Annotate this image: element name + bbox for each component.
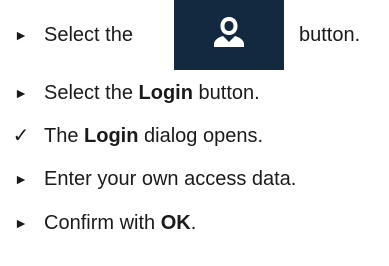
step-1-text-after: button. (299, 24, 361, 46)
step-5-text-before: Confirm with (44, 212, 161, 234)
step-5-text-after: . (190, 212, 197, 234)
step-5-text: Confirm with OK. (44, 208, 196, 238)
user-icon (214, 17, 244, 47)
step-3-text-after: dialog opens. (138, 125, 264, 147)
arrow-bullet-icon: ► (14, 171, 28, 187)
step-5-bold: OK (160, 212, 191, 234)
step-4-text: Enter your own access data. (44, 168, 297, 190)
step-2-text: Select the Login button. (44, 78, 260, 108)
check-icon: ✓ (12, 125, 30, 147)
step-5: ► Confirm with OK. (0, 208, 389, 238)
arrow-bullet-icon: ► (14, 215, 28, 231)
user-account-button[interactable] (174, 0, 284, 70)
step-1-text-before: Select the (44, 24, 133, 46)
instruction-steps: ► Select the button. ► Select the Login … (0, 0, 389, 266)
arrow-bullet-icon: ► (14, 85, 28, 101)
step-3-text-before: The (44, 125, 85, 147)
step-2: ► Select the Login button. (0, 78, 389, 108)
step-4: ► Enter your own access data. (0, 164, 389, 194)
step-3-bold: Login (84, 125, 139, 147)
step-2-text-after: button. (192, 82, 260, 104)
step-2-text-before: Select the (44, 82, 139, 104)
step-2-bold: Login (138, 82, 193, 104)
step-3-text: The Login dialog opens. (44, 121, 263, 151)
step-3: ✓ The Login dialog opens. (0, 121, 389, 151)
arrow-bullet-icon: ► (14, 27, 28, 43)
